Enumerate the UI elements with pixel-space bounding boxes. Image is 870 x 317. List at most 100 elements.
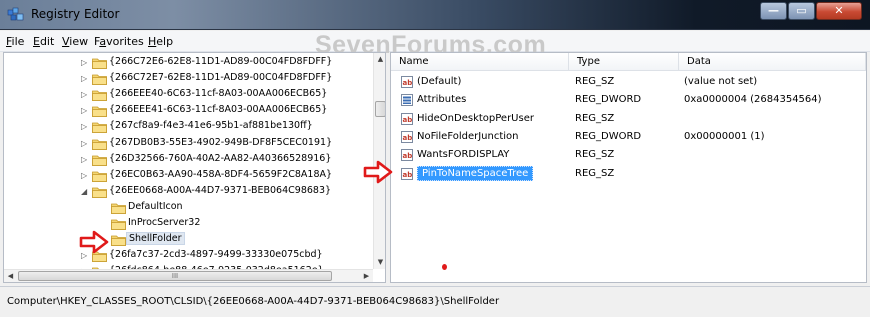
svg-text:ab: ab [403,171,413,179]
tree-item[interactable]: ▷ {267DB0B3-55E3-4902-949B-DF8F5CEC0191} [4,136,369,152]
tree-item[interactable]: DefaultIcon [4,200,369,216]
folder-icon [92,154,107,166]
menu-view[interactable]: View [62,35,88,48]
status-bar: Computer\HKEY_CLASSES_ROOT\CLSID\{26EE06… [0,286,870,317]
maximize-button[interactable]: ▭ [788,2,815,20]
tree-item[interactable]: ▷ {26D32566-760A-40A2-AA82-A40366528916} [4,152,369,168]
column-header-name[interactable]: Name [391,53,569,71]
value-data: 0x00000001 (1) [684,130,765,142]
tree-item-label: DefaultIcon [128,200,183,212]
tree-item[interactable]: ▷ {267cf8a9-f4e3-41e6-95b1-af881be130ff} [4,119,369,135]
tree-item-label: {26EC0B63-AA90-458A-8DF4-5659F2C8A18A} [109,168,333,180]
window-controls: — ▭ ✕ [759,2,862,20]
tree-item[interactable]: ▷ {266C72E7-62E8-11D1-AD89-00C04FD8FDFF} [4,71,369,87]
tree-item[interactable]: ▷ {266EEE40-6C63-11cf-8A03-00AA006ECB65} [4,87,369,103]
expand-arrow-icon[interactable]: ▷ [81,58,89,67]
svg-text:ab: ab [403,79,413,87]
folder-icon [92,170,107,182]
value-data: 0xa0000004 (2684354564) [684,94,822,106]
close-icon: ✕ [834,4,844,17]
column-header-data[interactable]: Data [679,53,866,71]
value-data: (value not set) [684,76,758,87]
values-list-pane[interactable]: Name Type Data ab (Default) REG_SZ (value n… [390,52,867,283]
tree-item-label: {267DB0B3-55E3-4902-949B-DF8F5CEC0191} [109,136,333,148]
folder-icon [111,202,126,214]
value-row[interactable]: ab HideOnDesktopPerUser REG_SZ [391,110,866,128]
registry-editor-app-icon [7,7,24,21]
close-button[interactable]: ✕ [816,2,862,20]
svg-text:ab: ab [403,116,413,124]
value-name: PinToNameSpaceTree [417,165,534,181]
tree-item-label: {26EE0668-A00A-44D7-9371-BEB064C98683} [109,184,332,196]
tree-item[interactable]: InProcServer32 [4,216,369,232]
string-value-icon: ab [401,130,413,143]
tree-item[interactable]: ▷ {26fa7c37-2cd3-4897-9499-33330e075cbd} [4,248,369,264]
minimize-icon: — [768,4,779,17]
value-row[interactable]: ab NoFileFolderJunction REG_DWORD 0x0000000… [391,128,866,146]
value-row[interactable]: ab (Default) REG_SZ (value not set) [391,73,866,91]
scroll-right-icon[interactable]: ▶ [360,270,373,282]
string-value-icon: ab [401,112,413,125]
annotation-dot [442,264,447,270]
folder-icon [92,89,107,102]
folder-icon [92,121,107,134]
column-header-type[interactable]: Type [569,53,679,71]
svg-text:ab: ab [403,152,413,160]
value-name: WantsFORDISPLAY [417,149,510,161]
menu-favorites[interactable]: Favorites [94,35,144,48]
value-row[interactable]: ab PinToNameSpaceTree REG_SZ [391,165,866,183]
folder-icon [111,234,126,246]
scroll-down-icon[interactable]: ▼ [374,256,385,269]
menu-help[interactable]: Help [148,35,173,48]
tree-item[interactable]: ▷ {266EEE41-6C63-11cf-8A03-00AA006ECB65} [4,103,369,119]
value-type: REG_DWORD [575,130,642,142]
annotation-arrow-icon [363,160,393,184]
tree-horizontal-scroll-thumb[interactable]: III [18,271,332,281]
key-tree-pane[interactable]: ▷ {266C72E6-62E8-11D1-AD89-00C04FD8FDFF} ▷… [3,52,386,283]
menu-file[interactable]: File [6,35,24,48]
expand-arrow-icon[interactable]: ▷ [81,74,89,83]
tree-item-label: {26fa7c37-2cd3-4897-9499-33330e075cbd} [109,249,323,261]
menu-edit[interactable]: Edit [33,35,54,48]
expand-arrow-icon[interactable]: ▷ [81,155,89,164]
tree-item-label: {266C72E6-62E8-11D1-AD89-00C04FD8FDFF} [109,56,333,67]
expand-arrow-icon[interactable]: ▷ [81,106,89,115]
expand-arrow-icon[interactable]: ▷ [81,171,89,180]
expanded-arrow-icon[interactable]: ◢ [81,187,89,196]
tree-horizontal-scrollbar[interactable]: ◀ III ▶ [4,269,373,282]
value-name: (Default) [417,76,462,87]
value-type: REG_SZ [575,167,615,179]
value-row[interactable]: ab WantsFORDISPLAY REG_SZ [391,146,866,164]
scroll-left-icon[interactable]: ◀ [4,270,17,282]
folder-icon [92,105,107,118]
tree-item[interactable]: ◢ {26EE0668-A00A-44D7-9371-BEB064C98683} [4,184,369,200]
tree-item[interactable]: ▷ {266C72E6-62E8-11D1-AD89-00C04FD8FDFF} [4,55,369,71]
tree-vertical-scroll-thumb[interactable] [375,101,385,117]
tree-item-label: {266C72E7-62E8-11D1-AD89-00C04FD8FDFF} [109,72,333,84]
tree-item[interactable]: ShellFolder [4,232,369,248]
expand-arrow-icon[interactable]: ▷ [81,90,89,99]
value-row[interactable]: Attributes REG_DWORD 0xa0000004 (268435456… [391,91,866,109]
expand-arrow-icon[interactable]: ▷ [81,122,89,131]
registry-editor-window: Registry Editor — ▭ ✕ File Edit View Fav… [0,0,870,317]
folder-icon [92,138,107,150]
folder-icon [92,57,107,69]
current-key-path: Computer\HKEY_CLASSES_ROOT\CLSID\{26EE06… [7,296,500,307]
binary-value-icon [401,94,413,107]
folder-icon [92,73,107,85]
expand-arrow-icon[interactable]: ▷ [81,139,89,148]
tree-item[interactable]: ▷ {26EC0B63-AA90-458A-8DF4-5659F2C8A18A} [4,168,369,184]
title-bar[interactable]: Registry Editor — ▭ ✕ [0,0,870,30]
scroll-up-icon[interactable]: ▲ [374,53,385,66]
value-name: HideOnDesktopPerUser [417,112,534,124]
window-title: Registry Editor [31,7,120,21]
value-type: REG_SZ [575,149,615,161]
tree-item-label: {266EEE41-6C63-11cf-8A03-00AA006ECB65} [109,104,328,116]
string-value-icon: ab [401,149,413,162]
annotation-arrow-icon [79,230,109,254]
tree-item-label: {266EEE40-6C63-11cf-8A03-00AA006ECB65} [109,88,328,100]
minimize-button[interactable]: — [760,2,787,20]
string-value-icon: ab [401,76,413,88]
svg-text:ab: ab [403,134,413,142]
tree-item-label: InProcServer32 [128,217,201,228]
